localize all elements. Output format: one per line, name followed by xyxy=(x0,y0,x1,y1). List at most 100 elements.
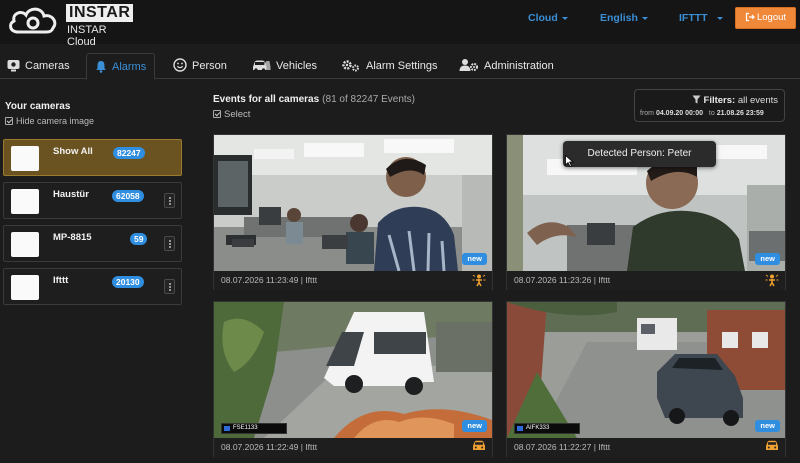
filters-from: 04.09.20 00:00 xyxy=(655,110,704,117)
camera-name: Haustür xyxy=(53,189,89,200)
tab-alarms[interactable]: Alarms xyxy=(86,53,156,80)
person-alarm-icon xyxy=(472,274,486,287)
instar-logo[interactable]: INSTAR INSTAR Cloud xyxy=(4,2,134,48)
filter-icon xyxy=(692,95,701,104)
logout-button[interactable]: Logout xyxy=(735,7,796,29)
cloud-logo-icon xyxy=(9,7,57,34)
camera-item-show-all[interactable]: Show All 82247 xyxy=(3,139,182,176)
new-badge: new xyxy=(462,420,487,432)
car-icon xyxy=(766,440,778,450)
event-card[interactable]: new 08.07.2026 11:23:49 | Ifttt xyxy=(213,134,493,290)
camera-name: Ifttt xyxy=(53,275,69,286)
smiley-icon xyxy=(173,58,187,72)
detection-tooltip: Detected Person: Peter xyxy=(563,141,716,167)
car-icon xyxy=(253,60,271,72)
language-menu-label: English xyxy=(600,12,638,24)
events-heading: Events for all cameras (81 of 82247 Event… xyxy=(213,94,415,105)
filters-summary: Filters: all events xyxy=(692,95,778,106)
hide-camera-image-toggle[interactable]: Hide camera image xyxy=(5,116,94,126)
camera-thumbnail xyxy=(11,189,39,214)
event-count-badge: 20130 xyxy=(112,276,144,288)
cloud-menu-label: Cloud xyxy=(528,12,558,24)
street-van-snapshot-image xyxy=(214,302,492,438)
camera-icon xyxy=(7,60,20,72)
users-gear-icon xyxy=(459,59,478,71)
driveway-car-snapshot-image xyxy=(507,302,785,438)
select-toggle[interactable]: Select xyxy=(213,109,250,120)
tab-cameras[interactable]: Cameras xyxy=(7,53,70,79)
your-cameras-heading: Your cameras xyxy=(5,101,71,112)
event-snapshot[interactable] xyxy=(214,135,492,271)
checkbox-icon xyxy=(5,117,13,125)
logo-sub-text: INSTAR Cloud xyxy=(67,24,107,48)
event-footer: 08.07.2026 11:22:27 | Ifttt xyxy=(507,438,785,457)
top-bar: INSTAR INSTAR Cloud Cloud English IFTTT … xyxy=(0,0,800,48)
hide-camera-image-label: Hide camera image xyxy=(16,116,95,126)
filters-label: Filters: xyxy=(703,95,736,106)
office-snapshot-image xyxy=(214,135,492,271)
event-timestamp: 08.07.2026 11:23:26 | Ifttt xyxy=(514,275,611,285)
tab-cameras-label: Cameras xyxy=(25,60,70,72)
chevron-down-icon xyxy=(716,16,723,20)
camera-item-haustur[interactable]: Haustür 62058 xyxy=(3,182,182,219)
language-menu[interactable]: English xyxy=(600,11,648,25)
filters-button[interactable]: Filters: all events from 04.09.20 00:00 … xyxy=(634,89,785,122)
event-snapshot[interactable] xyxy=(507,302,785,438)
bell-icon xyxy=(96,61,106,73)
event-snapshot[interactable] xyxy=(214,302,492,438)
event-footer: 08.07.2026 11:22:49 | Ifttt xyxy=(214,438,492,457)
camera-thumbnail xyxy=(11,275,39,300)
cloud-menu[interactable]: Cloud xyxy=(528,11,568,25)
ifttt-menu-label: IFTTT xyxy=(679,12,708,24)
gears-icon xyxy=(342,60,359,72)
new-badge: new xyxy=(462,253,487,265)
chevron-down-icon xyxy=(561,16,568,20)
event-timestamp: 08.07.2026 11:22:27 | Ifttt xyxy=(514,442,611,452)
filters-to-label: to xyxy=(708,110,715,117)
tab-vehicles[interactable]: Vehicles xyxy=(252,53,317,79)
event-card[interactable]: FSE1133 new 08.07.2026 11:22:49 | Ifttt xyxy=(213,301,493,457)
event-card[interactable]: Detected Person: Peter new 08.07.2026 11… xyxy=(506,134,786,290)
tab-vehicles-label: Vehicles xyxy=(276,60,317,72)
filters-to: 21.08.26 23:59 xyxy=(716,110,764,117)
events-count: (81 of 82247 Events) xyxy=(322,94,416,105)
camera-name: Show All xyxy=(53,146,93,157)
tab-administration-label: Administration xyxy=(484,60,554,72)
camera-item-ifttt[interactable]: Ifttt 20130 xyxy=(3,268,182,305)
camera-item-mp-8815[interactable]: MP-8815 59 xyxy=(3,225,182,262)
camera-name: MP-8815 xyxy=(53,232,92,243)
event-timestamp: 08.07.2026 11:22:49 | Ifttt xyxy=(221,442,318,452)
events-title: Events for all cameras xyxy=(213,94,320,105)
tab-alarm-settings-label: Alarm Settings xyxy=(366,60,438,72)
logo-brand-text: INSTAR xyxy=(66,4,134,22)
tab-person-label: Person xyxy=(192,60,227,72)
main-tabs: Cameras Alarms Person Vehicles Alarm Set… xyxy=(0,53,800,80)
event-footer: 08.07.2026 11:23:49 | Ifttt xyxy=(214,271,492,290)
car-icon xyxy=(473,440,485,450)
select-label: Select xyxy=(224,109,251,120)
event-count-badge: 82247 xyxy=(113,147,145,159)
filters-date-range: from 04.09.20 00:00 to 21.08.26 23:59 xyxy=(640,110,764,117)
person-alarm-icon xyxy=(765,274,779,287)
checkbox-icon xyxy=(213,110,221,118)
event-card[interactable]: AIFK333 new 08.07.2026 11:22:27 | Ifttt xyxy=(506,301,786,457)
event-footer: 08.07.2026 11:23:26 | Ifttt xyxy=(507,271,785,290)
event-count-badge: 62058 xyxy=(112,190,144,202)
camera-thumbnail xyxy=(11,232,39,257)
camera-menu-button[interactable] xyxy=(164,193,175,208)
camera-thumbnail xyxy=(11,146,39,171)
filters-from-label: from xyxy=(640,110,654,117)
chevron-down-icon xyxy=(641,16,648,20)
camera-menu-button[interactable] xyxy=(164,279,175,294)
tab-alarm-settings[interactable]: Alarm Settings xyxy=(341,53,438,79)
event-timestamp: 08.07.2026 11:23:49 | Ifttt xyxy=(221,275,318,285)
ifttt-menu[interactable]: IFTTT xyxy=(679,11,723,25)
tab-person[interactable]: Person xyxy=(173,53,227,79)
camera-menu-button[interactable] xyxy=(164,236,175,251)
new-badge: new xyxy=(755,253,780,265)
tab-administration[interactable]: Administration xyxy=(459,53,554,79)
event-count-badge: 59 xyxy=(130,233,148,245)
mouse-cursor-icon xyxy=(565,155,574,167)
tab-alarms-label: Alarms xyxy=(112,61,147,73)
logout-label: Logout xyxy=(756,12,787,23)
